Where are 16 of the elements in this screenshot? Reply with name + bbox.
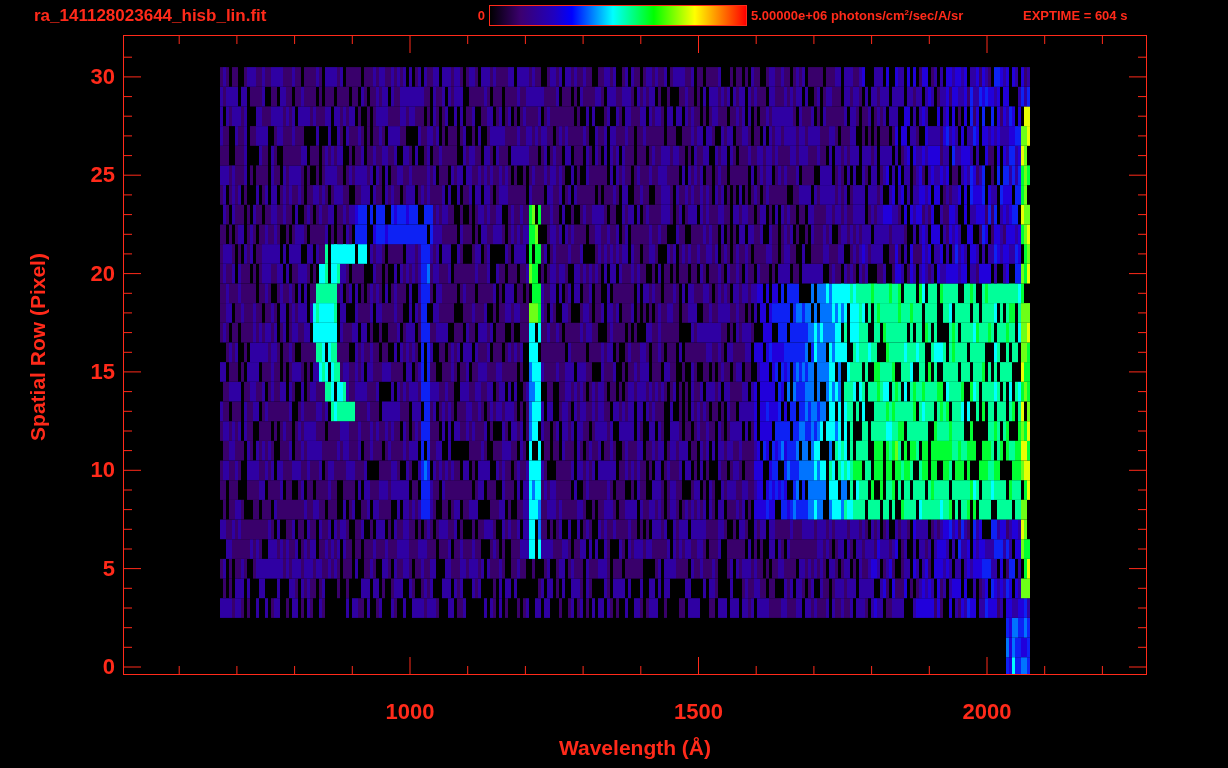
colorbar-max-label: 5.00000e+06 photons/cm$^{2}$/sec/A/sr bbox=[751, 7, 965, 24]
x-tick-label: 2000 bbox=[961, 699, 1013, 725]
y-tick-label: 30 bbox=[90, 66, 115, 88]
y-tick-label: 10 bbox=[90, 459, 115, 482]
y-tick-label: 15 bbox=[90, 361, 115, 383]
y-tick-label: 0 bbox=[102, 655, 115, 678]
exposure-time: EXPTIME = 604 s bbox=[1023, 8, 1128, 23]
y-axis-label: Spatial Row (Pixel) bbox=[26, 252, 50, 443]
x-tick-label: 1500 bbox=[673, 699, 724, 725]
file-title: ra_141128023644_hisb_lin.fit bbox=[34, 5, 268, 26]
y-tick-label: 5 bbox=[102, 557, 115, 580]
y-tick-label: 20 bbox=[90, 262, 115, 285]
x-axis-label: Wavelength (Å) bbox=[557, 736, 713, 760]
y-tick-label: 25 bbox=[90, 164, 115, 187]
x-tick-label: 1000 bbox=[384, 699, 436, 725]
colorbar-min-label: 0 bbox=[476, 8, 486, 23]
